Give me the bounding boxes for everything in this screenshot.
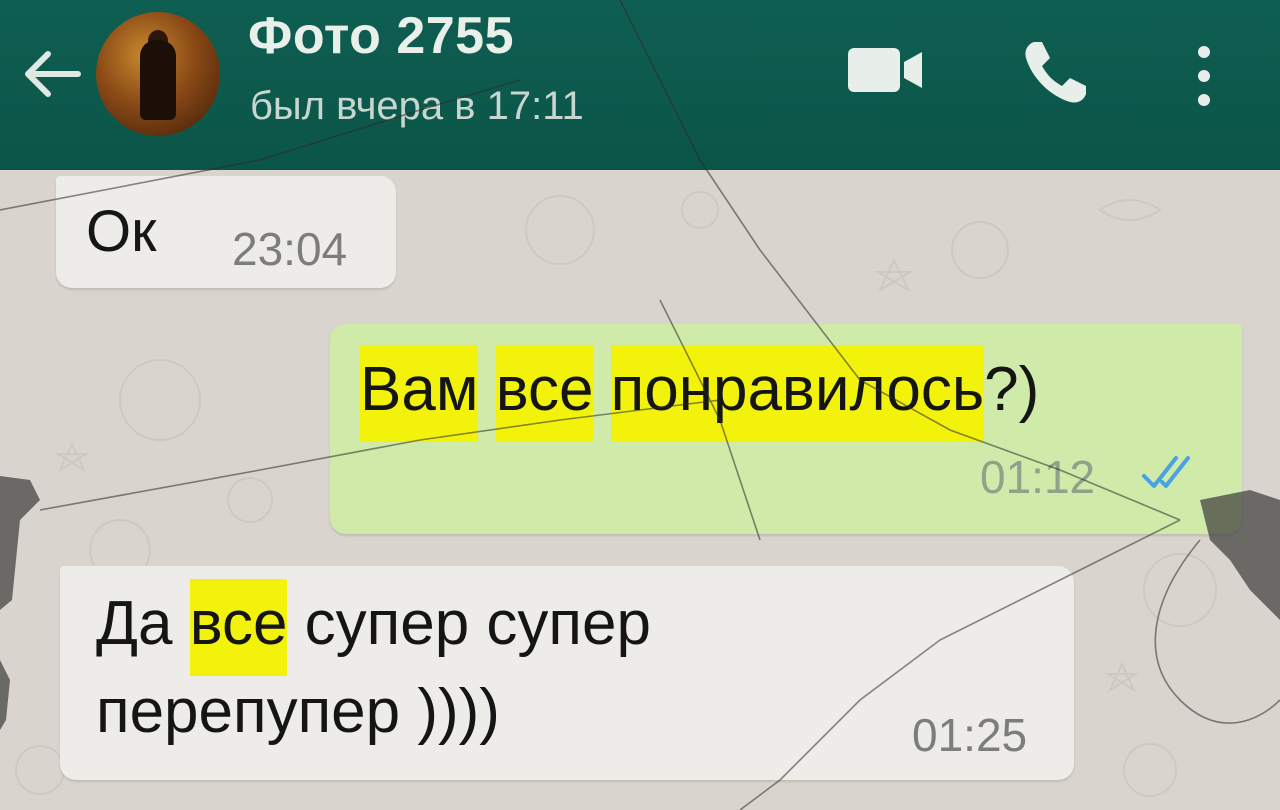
chat-messages-area[interactable]: Ок 23:04 Вам все понравилось?) 01:12 Да … [0,170,1280,810]
chat-header: Фото 2755 был вчера в 17:11 [0,0,1280,170]
message-time: 01:25 [912,709,1028,761]
video-call-icon[interactable] [846,44,926,96]
message-bubble-incoming[interactable]: Ок 23:04 [56,176,396,288]
text-segment [593,355,610,424]
chat-screen: Фото 2755 был вчера в 17:11 Ок 23:04 Вам… [0,0,1280,810]
phone-call-icon[interactable] [1020,36,1092,108]
text-segment: супер супер [287,589,651,658]
message-text: Вам все понравилось?) [360,345,1040,442]
message-time: 01:12 [980,451,1096,503]
text-segment: Да [96,589,190,658]
contact-name[interactable]: Фото 2755 [248,6,514,66]
highlighted-word: все [495,345,594,442]
double-check-read-icon [1142,456,1190,488]
highlighted-word: Вам [360,345,479,442]
message-time: 23:04 [232,223,348,275]
text-segment [478,355,495,424]
highlighted-word: понравилось [610,345,985,442]
message-text: Ок [86,199,157,264]
back-arrow-icon[interactable] [18,44,84,104]
message-bubble-outgoing[interactable]: Вам все понравилось?) 01:12 [330,324,1242,534]
more-vert-icon[interactable] [1192,44,1216,108]
highlighted-word: все [189,579,288,676]
message-text-line: Да все супер супер [96,579,651,676]
text-segment: ?) [984,355,1040,424]
message-bubble-incoming[interactable]: Да все супер супер перепупер )))) 01:25 [60,566,1074,780]
message-text-line: перепупер )))) [96,677,500,746]
avatar-person-body [140,40,176,120]
contact-avatar[interactable] [96,12,220,136]
last-seen-status: был вчера в 17:11 [250,84,584,128]
